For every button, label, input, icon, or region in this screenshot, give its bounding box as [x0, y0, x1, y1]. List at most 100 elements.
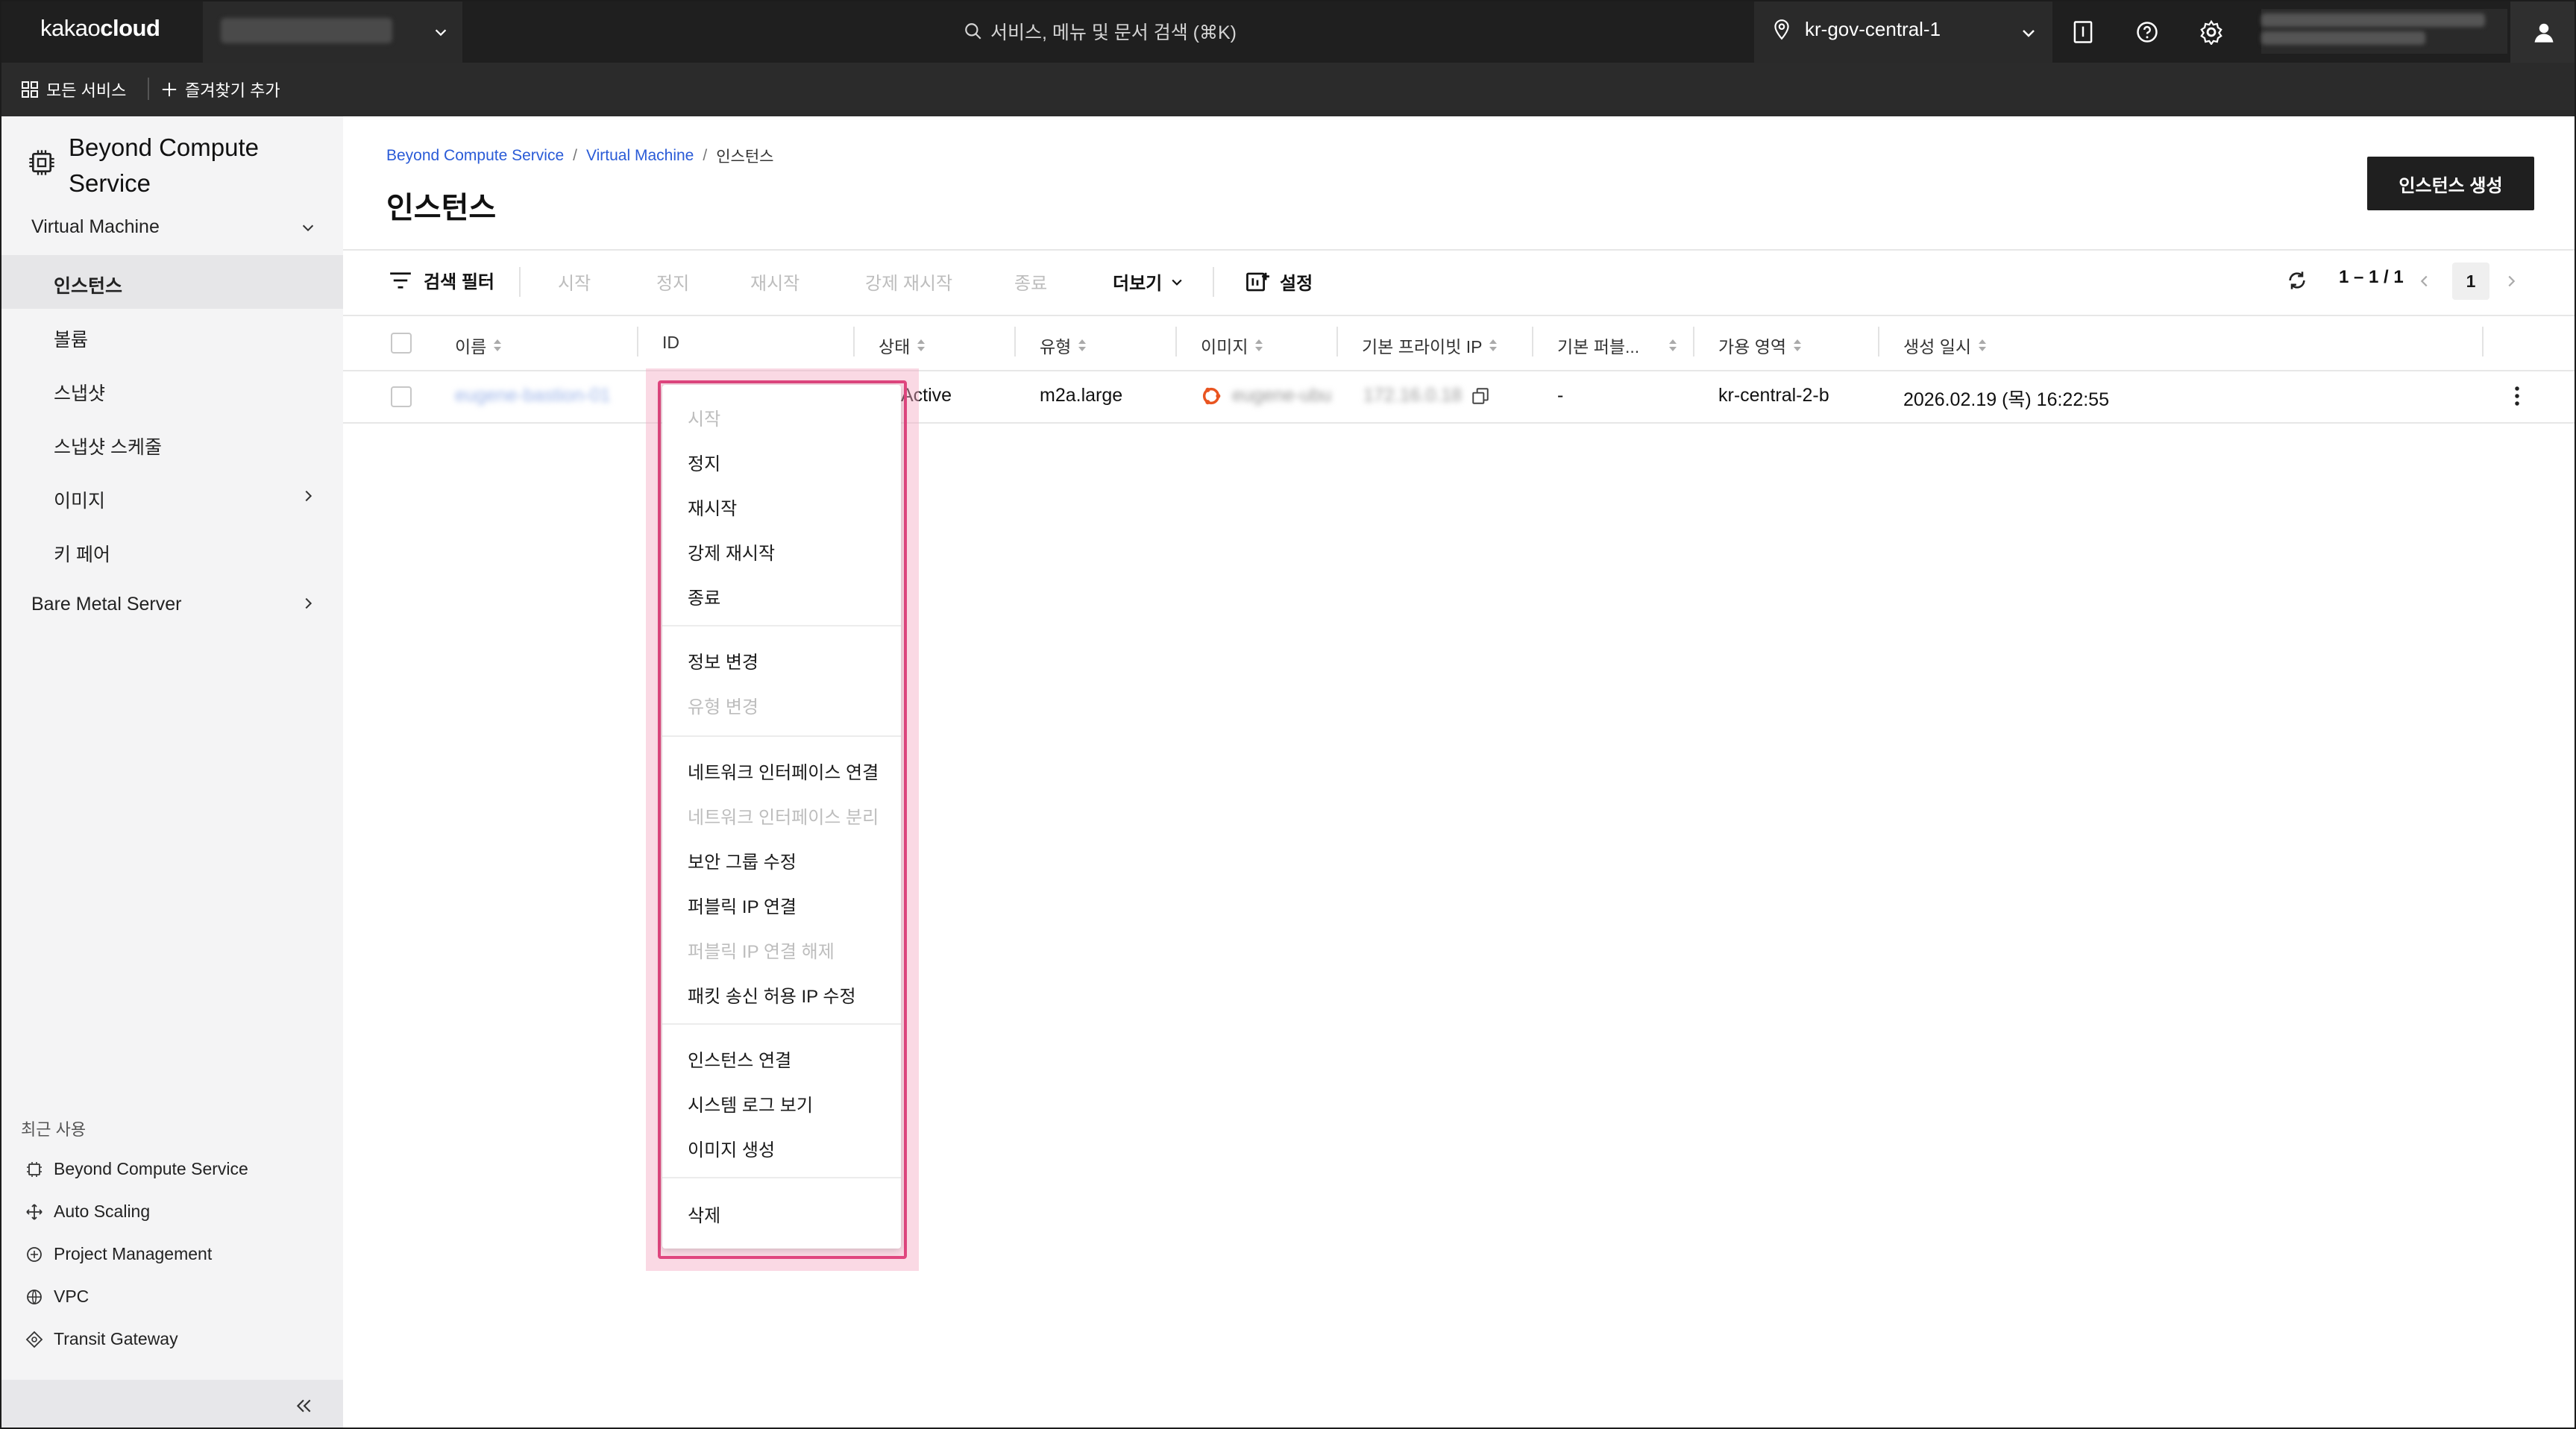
sidebar-section-bare-metal[interactable]: Bare Metal Server	[1, 577, 343, 631]
add-favorite-button[interactable]: 즐겨찾기 추가	[161, 78, 280, 101]
add-favorite-label: 즐겨찾기 추가	[185, 81, 280, 100]
column-header-status[interactable]: 상태	[879, 333, 926, 358]
column-header-id[interactable]: ID	[662, 333, 679, 353]
sort-icon	[1792, 338, 1803, 353]
menu-item-connect-instance[interactable]: 인스턴스 연결	[688, 1046, 791, 1072]
search-placeholder: 서비스, 메뉴 및 문서 검색 (⌘K)	[990, 22, 1237, 43]
menu-item-edit-egress-ip[interactable]: 패킷 송신 허용 IP 수정	[688, 982, 856, 1008]
global-search[interactable]: 서비스, 메뉴 및 문서 검색 (⌘K)	[964, 18, 1237, 45]
menu-item-system-log[interactable]: 시스템 로그 보기	[688, 1090, 813, 1116]
sidebar-item-images[interactable]: 이미지	[1, 470, 343, 524]
column-header-zone[interactable]: 가용 영역	[1718, 333, 1803, 358]
menu-item-delete[interactable]: 삭제	[688, 1201, 720, 1227]
region-selector-label[interactable]: kr-gov-central-1	[1772, 18, 1941, 41]
user-icon[interactable]	[2510, 1, 2575, 63]
all-services-button[interactable]: 모든 서비스	[21, 78, 126, 101]
project-name-blurred	[221, 18, 392, 43]
user-info-blurred	[2261, 9, 2507, 54]
column-header-name[interactable]: 이름	[455, 333, 503, 358]
recent-item-vpc[interactable]: VPC	[25, 1287, 89, 1307]
menu-item-create-image[interactable]: 이미지 생성	[688, 1135, 775, 1161]
gear-icon[interactable]	[2196, 16, 2227, 48]
menu-item-restart[interactable]: 재시작	[688, 494, 737, 520]
recent-item-transit-gateway[interactable]: Transit Gateway	[25, 1329, 178, 1349]
settings-button[interactable]: 설정	[1245, 268, 1313, 295]
refresh-icon[interactable]	[2287, 270, 2308, 291]
sidebar-item-snapshots[interactable]: 스냅샷	[1, 362, 343, 416]
menu-item-edit-security-group[interactable]: 보안 그룹 수정	[688, 847, 797, 873]
terminate-button[interactable]: 종료	[1014, 268, 1047, 295]
all-services-label: 모든 서비스	[46, 81, 127, 100]
chevron-down-icon	[433, 24, 449, 40]
kakaocloud-logo[interactable]: kakaocloud	[40, 15, 160, 42]
recent-item-label: Auto Scaling	[54, 1202, 151, 1221]
divider	[343, 249, 2575, 251]
column-header-public-ip[interactable]: 기본 퍼블...	[1557, 333, 1678, 358]
chip-icon	[25, 1161, 43, 1178]
column-label: 기본 퍼블...	[1557, 337, 1640, 357]
column-header-image[interactable]: 이미지	[1201, 333, 1264, 358]
restart-button[interactable]: 재시작	[750, 268, 799, 295]
chevron-left-icon[interactable]	[2416, 271, 2433, 291]
sidebar-section-virtual-machine[interactable]: Virtual Machine	[1, 201, 343, 255]
copy-icon[interactable]	[1471, 386, 1490, 406]
menu-item-detach-public-ip[interactable]: 퍼블릭 IP 연결 해제	[688, 937, 835, 963]
image-cell: eugene-ubu	[1201, 385, 1331, 406]
column-header-type[interactable]: 유형	[1040, 333, 1087, 358]
column-label: ID	[662, 333, 679, 352]
recent-item-project-management[interactable]: Project Management	[25, 1244, 212, 1264]
stop-button[interactable]: 정지	[656, 268, 689, 295]
help-icon[interactable]	[2132, 16, 2163, 48]
search-filter-button[interactable]: 검색 필터	[389, 267, 494, 293]
column-header-private-ip[interactable]: 기본 프라이빗 IP	[1362, 333, 1498, 358]
menu-item-start[interactable]: 시작	[688, 404, 720, 430]
breadcrumb-link[interactable]: Virtual Machine	[586, 147, 694, 165]
sidebar-section-label: Bare Metal Server	[31, 594, 182, 615]
row-checkbox[interactable]	[391, 386, 412, 407]
chip-icon	[27, 148, 57, 178]
pagination-range: 1 – 1 / 1	[2339, 267, 2404, 287]
menu-item-edit-info[interactable]: 정보 변경	[688, 647, 758, 673]
force-restart-button[interactable]: 강제 재시작	[865, 268, 952, 295]
menu-item-attach-public-ip[interactable]: 퍼블릭 IP 연결	[688, 892, 797, 918]
chevron-right-icon[interactable]	[2503, 271, 2519, 291]
column-label: 기본 프라이빗 IP	[1362, 337, 1483, 357]
instance-context-menu: 시작 정지 재시작 강제 재시작 종료 정보 변경 유형 변경 네트워크 인터페…	[662, 385, 901, 1249]
create-instance-button[interactable]: 인스턴스 생성	[2367, 157, 2534, 210]
book-icon[interactable]	[2067, 16, 2099, 48]
sidebar-item-key-pairs[interactable]: 키 페어	[1, 524, 343, 577]
sidebar-item-volumes[interactable]: 볼륨	[1, 309, 343, 362]
recent-item-bcs[interactable]: Beyond Compute Service	[25, 1159, 248, 1179]
column-label: 이미지	[1201, 337, 1248, 357]
divider	[519, 267, 521, 297]
settings-label: 설정	[1280, 274, 1313, 294]
kebab-menu-icon[interactable]	[2512, 385, 2522, 407]
recent-item-label: Project Management	[54, 1244, 213, 1263]
sidebar-collapse-bar[interactable]	[1, 1380, 343, 1428]
start-button[interactable]: 시작	[558, 268, 591, 295]
menu-item-detach-nic[interactable]: 네트워크 인터페이스 분리	[688, 803, 879, 829]
sidebar-item-snapshot-schedule[interactable]: 스냅샷 스케줄	[1, 416, 343, 470]
menu-item-change-type[interactable]: 유형 변경	[688, 692, 758, 718]
column-settings-icon	[1245, 271, 1269, 293]
breadcrumb-link[interactable]: Beyond Compute Service	[386, 147, 564, 165]
sidebar-item-instances[interactable]: 인스턴스	[1, 255, 343, 309]
column-separator	[1175, 327, 1177, 357]
menu-item-terminate[interactable]: 종료	[688, 583, 720, 609]
page-number[interactable]: 1	[2452, 263, 2489, 300]
more-button[interactable]: 더보기	[1113, 268, 1184, 295]
project-selector[interactable]	[203, 1, 462, 63]
sort-icon	[916, 338, 926, 353]
autoscaling-icon	[25, 1203, 43, 1221]
chevron-down-icon	[1169, 274, 1184, 289]
select-all-checkbox[interactable]	[391, 333, 412, 354]
menu-item-force-restart[interactable]: 강제 재시작	[688, 538, 775, 565]
sort-icon	[1488, 338, 1498, 353]
divider	[1213, 267, 1214, 297]
column-header-created[interactable]: 생성 일시	[1903, 333, 1988, 358]
instance-name-blurred[interactable]: eugene-bastion-01	[455, 385, 611, 406]
recent-item-auto-scaling[interactable]: Auto Scaling	[25, 1202, 150, 1222]
menu-item-stop[interactable]: 정지	[688, 449, 720, 475]
menu-item-attach-nic[interactable]: 네트워크 인터페이스 연결	[688, 758, 879, 784]
column-label: 유형	[1040, 337, 1072, 357]
